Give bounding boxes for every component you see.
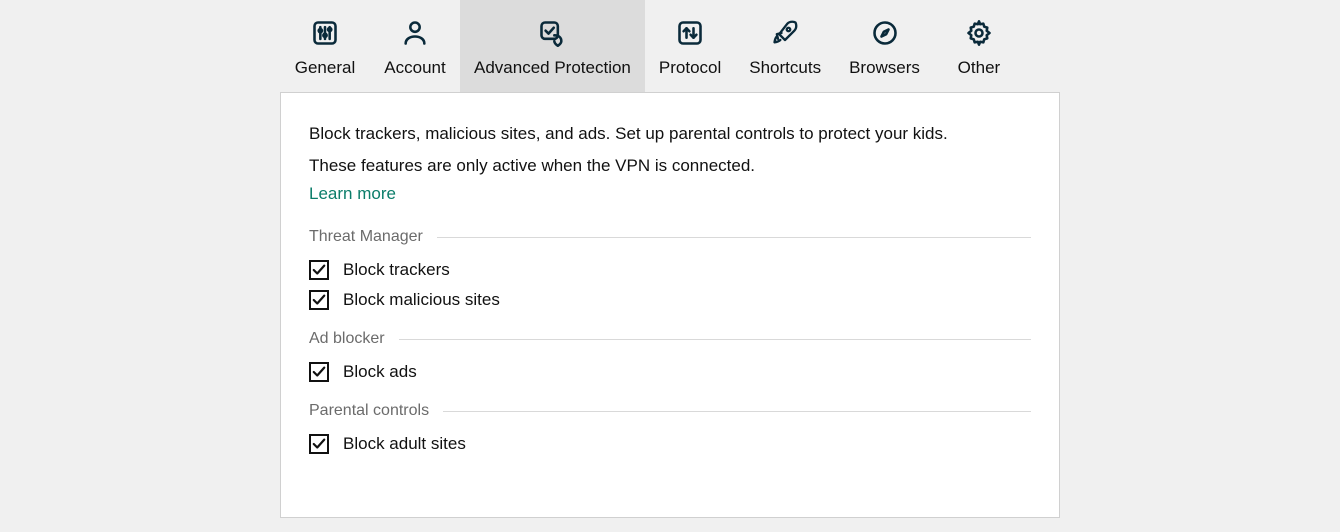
section-header: Threat Manager <box>309 228 1031 246</box>
tab-protocol[interactable]: Protocol <box>645 0 735 92</box>
tab-shortcuts[interactable]: Shortcuts <box>735 0 835 92</box>
checkbox-icon <box>309 362 329 382</box>
tab-account[interactable]: Account <box>370 0 460 92</box>
gear-icon <box>965 18 993 48</box>
tab-label: Protocol <box>659 58 721 78</box>
arrows-up-down-icon <box>676 18 704 48</box>
checkbox-icon <box>309 434 329 454</box>
checkbox-icon <box>309 290 329 310</box>
tab-label: Browsers <box>849 58 920 78</box>
tab-content: Block trackers, malicious sites, and ads… <box>280 92 1060 518</box>
checkbox-label: Block malicious sites <box>343 290 500 310</box>
shield-check-icon <box>538 18 566 48</box>
section-header: Parental controls <box>309 402 1031 420</box>
checkbox-block-adult-sites[interactable]: Block adult sites <box>309 434 1031 454</box>
description-line2: These features are only active when the … <box>309 153 1031 179</box>
checkbox-label: Block adult sites <box>343 434 466 454</box>
divider <box>443 411 1031 412</box>
person-icon <box>401 18 429 48</box>
sliders-icon <box>311 18 339 48</box>
section-parental-controls: Parental controls Block adult sites <box>309 402 1031 454</box>
learn-more-link[interactable]: Learn more <box>309 184 396 204</box>
tab-browsers[interactable]: Browsers <box>835 0 934 92</box>
checkbox-icon <box>309 260 329 280</box>
divider <box>437 237 1031 238</box>
tab-advanced-protection[interactable]: Advanced Protection <box>460 0 645 92</box>
tab-label: Other <box>958 58 1001 78</box>
tab-other[interactable]: Other <box>934 0 1024 92</box>
checkbox-block-trackers[interactable]: Block trackers <box>309 260 1031 280</box>
divider <box>399 339 1031 340</box>
tab-label: Account <box>384 58 445 78</box>
tab-label: General <box>295 58 355 78</box>
section-title: Ad blocker <box>309 330 385 348</box>
rocket-icon <box>771 18 799 48</box>
tabbar: General Account Advanced Protection <box>280 0 1060 92</box>
section-threat-manager: Threat Manager Block trackers Block mali… <box>309 228 1031 310</box>
section-title: Threat Manager <box>309 228 423 246</box>
tab-label: Advanced Protection <box>474 58 631 78</box>
checkbox-label: Block ads <box>343 362 417 382</box>
tab-label: Shortcuts <box>749 58 821 78</box>
compass-icon <box>871 18 899 48</box>
settings-window: General Account Advanced Protection <box>280 0 1060 518</box>
tab-general[interactable]: General <box>280 0 370 92</box>
checkbox-label: Block trackers <box>343 260 450 280</box>
description-line1: Block trackers, malicious sites, and ads… <box>309 121 1031 147</box>
checkbox-block-ads[interactable]: Block ads <box>309 362 1031 382</box>
section-ad-blocker: Ad blocker Block ads <box>309 330 1031 382</box>
section-title: Parental controls <box>309 402 429 420</box>
section-header: Ad blocker <box>309 330 1031 348</box>
checkbox-block-malicious-sites[interactable]: Block malicious sites <box>309 290 1031 310</box>
